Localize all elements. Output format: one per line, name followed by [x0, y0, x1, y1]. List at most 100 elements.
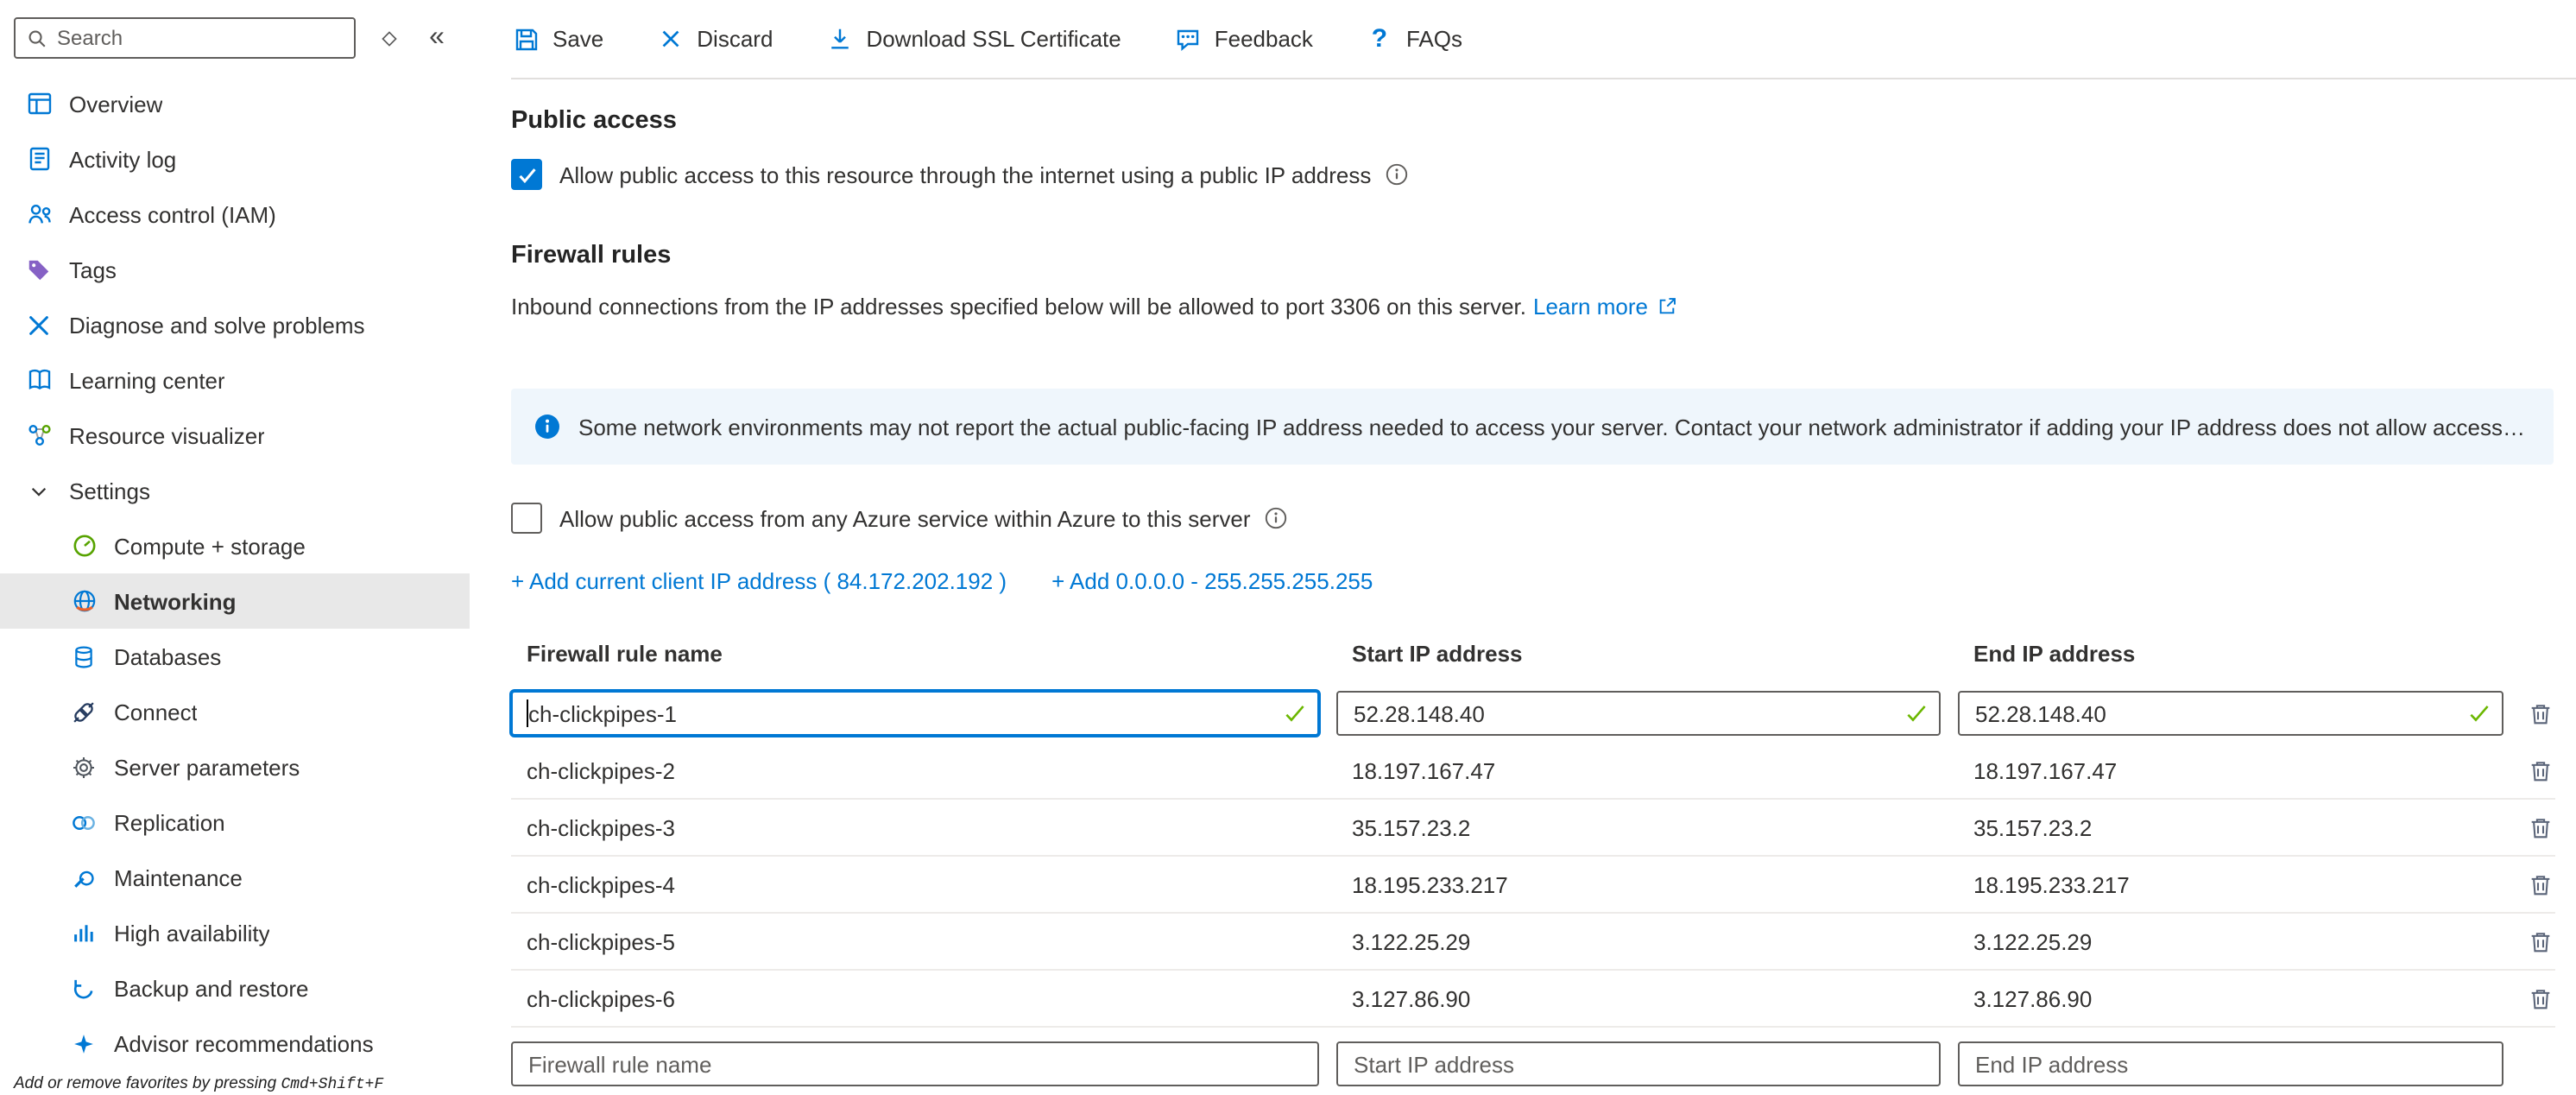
sidebar-item-activity-log[interactable]: Activity log — [0, 131, 470, 187]
discard-icon — [655, 24, 685, 54]
info-banner-icon — [534, 413, 561, 440]
overview-icon — [24, 89, 54, 118]
refresh-icon[interactable] — [373, 22, 404, 54]
sidebar-item-access-control[interactable]: Access control (IAM) — [0, 187, 470, 242]
connect-icon — [69, 697, 98, 726]
delete-rule-button[interactable] — [2521, 694, 2559, 732]
networking-content: Public access Allow public access to thi… — [470, 79, 2576, 1095]
discard-button[interactable]: Discard — [655, 24, 773, 54]
end-ip-input[interactable] — [1958, 691, 2503, 736]
sidebar-item-high-availability[interactable]: High availability — [0, 905, 470, 960]
backup-restore-icon — [69, 973, 98, 1003]
new-rule-name-field — [511, 1041, 1319, 1086]
feedback-button[interactable]: Feedback — [1173, 24, 1313, 54]
firewall-rules-heading: Firewall rules — [511, 242, 2555, 269]
firewall-description: Inbound connections from the IP addresse… — [511, 294, 2555, 320]
info-tooltip-icon[interactable] — [1265, 506, 1289, 530]
public-access-heading: Public access — [511, 107, 2555, 135]
sidebar-item-maintenance[interactable]: Maintenance — [0, 850, 470, 905]
compute-storage-icon — [69, 531, 98, 560]
rule-name-input[interactable] — [511, 691, 1319, 736]
server-parameters-icon — [69, 752, 98, 782]
sidebar-item-tags[interactable]: Tags — [0, 242, 470, 297]
sidebar-item-compute-storage[interactable]: Compute + storage — [0, 518, 470, 573]
sidebar-item-diagnose[interactable]: Diagnose and solve problems — [0, 297, 470, 352]
azure-services-checkbox-row: Allow public access from any Azure servi… — [511, 503, 2555, 534]
new-end-ip-field — [1958, 1041, 2503, 1086]
table-row: ch-clickpipes-6 3.127.86.90 3.127.86.90 — [511, 971, 2555, 1028]
new-rule-name-input[interactable] — [511, 1041, 1319, 1086]
feedback-icon — [1173, 24, 1203, 54]
collapse-sidebar-button[interactable]: « — [421, 22, 452, 54]
delete-rule-button[interactable] — [2521, 922, 2559, 960]
high-availability-icon — [69, 918, 98, 947]
sidebar-item-advisor-recommendations[interactable]: Advisor recommendations — [0, 1016, 470, 1071]
delete-rule-button[interactable] — [2521, 808, 2559, 846]
sidebar-item-networking[interactable]: Networking — [0, 573, 470, 629]
access-control-icon — [24, 199, 54, 229]
info-tooltip-icon[interactable] — [1385, 162, 1409, 187]
public-access-checkbox[interactable] — [511, 159, 542, 190]
start-ip-field — [1336, 691, 1941, 736]
start-ip-input[interactable] — [1336, 691, 1941, 736]
col-header-start-ip: Start IP address — [1336, 640, 1941, 666]
delete-rule-button[interactable] — [2521, 979, 2559, 1017]
main-panel: Save Discard Download SSL Certificate Fe… — [470, 0, 2576, 1095]
sidebar-header: « — [0, 0, 470, 69]
text-caret — [527, 699, 528, 727]
save-button[interactable]: Save — [511, 24, 603, 54]
azure-services-checkbox[interactable] — [511, 503, 542, 534]
search-icon — [26, 27, 48, 49]
databases-icon — [69, 642, 98, 671]
sidebar-item-learning-center[interactable]: Learning center — [0, 352, 470, 408]
learn-more-link[interactable]: Learn more — [1533, 294, 1648, 320]
resource-visualizer-icon — [24, 421, 54, 450]
activity-log-icon — [24, 144, 54, 174]
sidebar-item-overview[interactable]: Overview — [0, 76, 470, 131]
col-header-rule-name: Firewall rule name — [511, 640, 1319, 666]
add-all-ips-link[interactable]: + Add 0.0.0.0 - 255.255.255.255 — [1051, 568, 1373, 594]
valid-check-icon — [2467, 701, 2491, 725]
info-banner: Some network environments may not report… — [511, 389, 2554, 465]
table-row: ch-clickpipes-2 18.197.167.47 18.197.167… — [511, 743, 2555, 800]
end-ip-field — [1958, 691, 2503, 736]
sidebar-search[interactable] — [14, 17, 356, 59]
table-row: ch-clickpipes-4 18.195.233.217 18.195.23… — [511, 857, 2555, 914]
new-end-ip-input[interactable] — [1958, 1041, 2503, 1086]
advisor-icon — [69, 1029, 98, 1058]
sidebar-item-backup-restore[interactable]: Backup and restore — [0, 960, 470, 1016]
download-ssl-button[interactable]: Download SSL Certificate — [824, 24, 1121, 54]
add-client-ip-link[interactable]: + Add current client IP address ( 84.172… — [511, 568, 1007, 594]
table-row: ch-clickpipes-3 35.157.23.2 35.157.23.2 — [511, 800, 2555, 857]
delete-rule-button[interactable] — [2521, 865, 2559, 903]
sidebar-item-connect[interactable]: Connect — [0, 684, 470, 739]
rule-name-field — [511, 691, 1319, 736]
sidebar-group-settings[interactable]: Settings — [0, 463, 470, 518]
valid-check-icon — [1283, 701, 1307, 725]
learning-center-icon — [24, 365, 54, 395]
maintenance-icon — [69, 863, 98, 892]
resource-sidebar: « Overview Activity log Access control (… — [0, 0, 470, 1095]
table-row — [511, 684, 2555, 743]
faqs-button[interactable]: ? FAQs — [1365, 24, 1462, 54]
sidebar-item-resource-visualizer[interactable]: Resource visualizer — [0, 408, 470, 463]
new-start-ip-input[interactable] — [1336, 1041, 1941, 1086]
sidebar-item-replication[interactable]: Replication — [0, 794, 470, 850]
sidebar-item-server-parameters[interactable]: Server parameters — [0, 739, 470, 794]
table-row: ch-clickpipes-5 3.122.25.29 3.122.25.29 — [511, 914, 2555, 971]
new-start-ip-field — [1336, 1041, 1941, 1086]
replication-icon — [69, 807, 98, 837]
table-header-row: Firewall rule name Start IP address End … — [511, 632, 2555, 674]
question-mark-icon: ? — [1365, 24, 1394, 54]
download-icon — [824, 24, 854, 54]
search-input[interactable] — [57, 26, 344, 50]
public-access-checkbox-row: Allow public access to this resource thr… — [511, 159, 2555, 190]
col-header-end-ip: End IP address — [1958, 640, 2503, 666]
diagnose-icon — [24, 310, 54, 339]
external-link-icon — [1657, 295, 1679, 318]
resource-menu: Overview Activity log Access control (IA… — [0, 69, 470, 1095]
delete-rule-button[interactable] — [2521, 751, 2559, 789]
command-bar: Save Discard Download SSL Certificate Fe… — [511, 0, 2576, 79]
azure-portal-networking-page: « Overview Activity log Access control (… — [0, 0, 2576, 1095]
sidebar-item-databases[interactable]: Databases — [0, 629, 470, 684]
